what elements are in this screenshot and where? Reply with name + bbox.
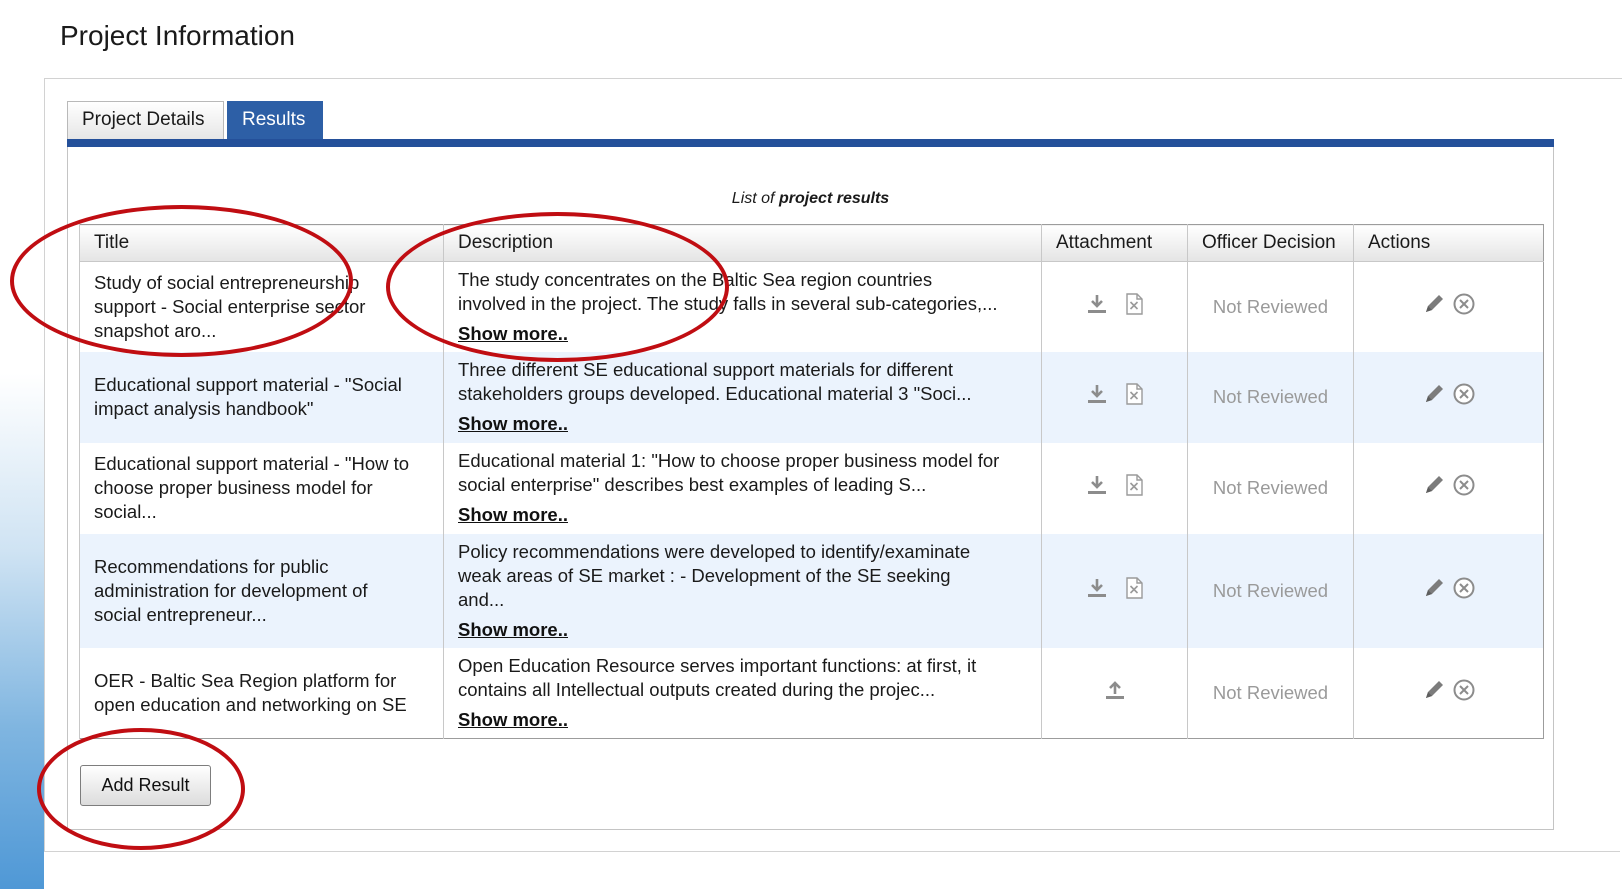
cell-attachment bbox=[1041, 442, 1188, 534]
caption-prefix: List of bbox=[731, 190, 775, 207]
remove-circle-icon[interactable] bbox=[1452, 292, 1476, 322]
edit-pencil-icon[interactable] bbox=[1422, 292, 1446, 322]
title-line: Study of social entrepreneurship bbox=[94, 271, 360, 293]
title-line: Educational support material - "How to bbox=[94, 453, 410, 474]
download-icon[interactable] bbox=[1086, 293, 1108, 321]
title-line: Educational support material - "Social bbox=[94, 374, 402, 395]
add-result-button[interactable]: Add Result bbox=[80, 765, 211, 806]
cell-title: Study of social entrepreneurship support … bbox=[79, 261, 444, 352]
description-line: contains all Intellectual outputs create… bbox=[458, 678, 936, 700]
show-more-link[interactable]: Show more.. bbox=[458, 618, 568, 642]
cell-actions bbox=[1353, 533, 1544, 648]
description-line: and... bbox=[458, 588, 505, 610]
caption-bold: project results bbox=[778, 190, 890, 207]
table-row: Study of social entrepreneurship support … bbox=[79, 261, 1544, 352]
remove-circle-icon[interactable] bbox=[1452, 473, 1476, 503]
cell-attachment bbox=[1041, 533, 1188, 648]
cell-officer-decision: Not Reviewed bbox=[1187, 351, 1354, 443]
cell-attachment bbox=[1041, 261, 1188, 352]
cell-description: Educational material 1: "How to choose p… bbox=[443, 442, 1042, 534]
header-description[interactable]: Description bbox=[443, 224, 1042, 262]
remove-circle-icon[interactable] bbox=[1452, 576, 1476, 606]
title-line: social entrepreneur... bbox=[94, 603, 267, 625]
header-officer-decision[interactable]: Officer Decision bbox=[1187, 224, 1354, 262]
table-caption: List of project results bbox=[67, 190, 1554, 208]
show-more-link[interactable]: Show more.. bbox=[458, 503, 568, 527]
cell-officer-decision: Not Reviewed bbox=[1187, 442, 1354, 534]
cell-description: Open Education Resource serves important… bbox=[443, 647, 1042, 739]
table-row: Recommendations for public administration… bbox=[79, 533, 1544, 648]
title-line: support - Social enterprise sector bbox=[94, 295, 366, 317]
title-line: Recommendations for public bbox=[94, 555, 329, 577]
cell-title: Educational support material - "Social im… bbox=[79, 351, 444, 443]
cell-description: Three different SE educational support m… bbox=[443, 351, 1042, 443]
description-line: social enterprise" describes best exampl… bbox=[458, 474, 927, 495]
cell-title: Recommendations for public administration… bbox=[79, 533, 444, 648]
edit-pencil-icon[interactable] bbox=[1422, 576, 1446, 606]
upload-icon[interactable] bbox=[1104, 679, 1126, 707]
cell-officer-decision: Not Reviewed bbox=[1187, 261, 1354, 352]
left-gradient-strip bbox=[0, 0, 44, 889]
status-label: Not Reviewed bbox=[1212, 386, 1329, 407]
cell-title: OER - Baltic Sea Region platform for open… bbox=[79, 647, 444, 739]
status-label: Not Reviewed bbox=[1212, 579, 1329, 601]
description-line: involved in the project. The study falls… bbox=[458, 292, 998, 314]
show-more-link[interactable]: Show more.. bbox=[458, 412, 568, 436]
tab-project-details[interactable]: Project Details bbox=[67, 101, 224, 139]
remove-circle-icon[interactable] bbox=[1452, 678, 1476, 708]
title-line: open education and networking on SE bbox=[94, 693, 407, 715]
delete-file-icon[interactable] bbox=[1124, 293, 1144, 321]
download-icon[interactable] bbox=[1086, 577, 1108, 605]
table-header-row: Title Description Attachment Officer Dec… bbox=[79, 224, 1544, 262]
description-line: Open Education Resource serves important… bbox=[458, 654, 977, 676]
title-line: snapshot aro... bbox=[94, 319, 217, 341]
edit-pencil-icon[interactable] bbox=[1422, 678, 1446, 708]
status-label: Not Reviewed bbox=[1212, 295, 1329, 317]
title-line: OER - Baltic Sea Region platform for bbox=[94, 669, 397, 691]
cell-actions bbox=[1353, 351, 1544, 443]
header-title[interactable]: Title bbox=[79, 224, 444, 262]
title-line: social... bbox=[94, 501, 157, 522]
status-label: Not Reviewed bbox=[1212, 477, 1329, 498]
edit-pencil-icon[interactable] bbox=[1422, 382, 1446, 412]
description-line: stakeholders groups developed. Education… bbox=[458, 383, 972, 404]
title-line: choose proper business model for bbox=[94, 477, 373, 498]
description-line: Educational material 1: "How to choose p… bbox=[458, 450, 1000, 471]
title-line: administration for development of bbox=[94, 579, 368, 601]
cell-officer-decision: Not Reviewed bbox=[1187, 647, 1354, 739]
header-actions: Actions bbox=[1353, 224, 1544, 262]
status-label: Not Reviewed bbox=[1212, 681, 1329, 703]
download-icon[interactable] bbox=[1086, 474, 1108, 502]
remove-circle-icon[interactable] bbox=[1452, 382, 1476, 412]
delete-file-icon[interactable] bbox=[1124, 576, 1144, 605]
show-more-link[interactable]: Show more.. bbox=[458, 322, 568, 346]
delete-file-icon[interactable] bbox=[1124, 383, 1144, 411]
cell-officer-decision: Not Reviewed bbox=[1187, 533, 1354, 648]
results-table: Title Description Attachment Officer Dec… bbox=[79, 224, 1544, 739]
delete-file-icon[interactable] bbox=[1124, 474, 1144, 502]
download-icon[interactable] bbox=[1086, 383, 1108, 411]
description-line: weak areas of SE market : - Development … bbox=[458, 564, 951, 586]
tab-results[interactable]: Results bbox=[227, 101, 323, 139]
cell-actions bbox=[1353, 647, 1544, 739]
table-row: Educational support material - "Social im… bbox=[79, 351, 1544, 443]
table-row: Educational support material - "How to ch… bbox=[79, 442, 1544, 534]
show-more-link[interactable]: Show more.. bbox=[458, 708, 568, 732]
cell-description: Policy recommendations were developed to… bbox=[443, 533, 1042, 648]
table-row: OER - Baltic Sea Region platform for open… bbox=[79, 647, 1544, 739]
cell-actions bbox=[1353, 261, 1544, 352]
cell-description: The study concentrates on the Baltic Sea… bbox=[443, 261, 1042, 352]
cell-title: Educational support material - "How to ch… bbox=[79, 442, 444, 534]
title-line: impact analysis handbook" bbox=[94, 398, 314, 419]
description-line: Policy recommendations were developed to… bbox=[458, 540, 971, 562]
cell-attachment bbox=[1041, 351, 1188, 443]
tab-underline-bar bbox=[67, 139, 1554, 147]
cell-actions bbox=[1353, 442, 1544, 534]
edit-pencil-icon[interactable] bbox=[1422, 473, 1446, 503]
description-line: Three different SE educational support m… bbox=[458, 359, 953, 380]
header-attachment[interactable]: Attachment bbox=[1041, 224, 1188, 262]
cell-attachment bbox=[1041, 647, 1188, 739]
description-line: The study concentrates on the Baltic Sea… bbox=[458, 268, 933, 290]
page-title: Project Information bbox=[60, 20, 295, 51]
